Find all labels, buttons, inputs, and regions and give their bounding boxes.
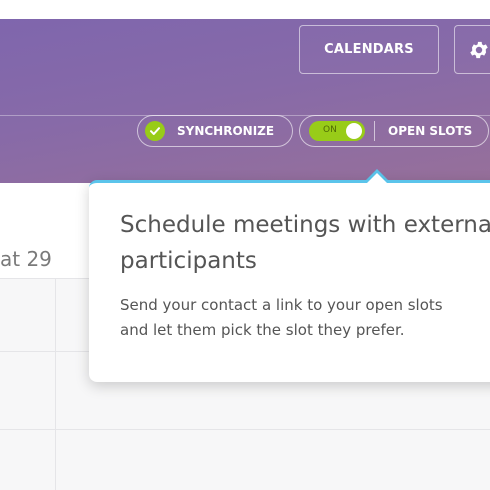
calendars-button[interactable]: CALENDARS [299,25,439,74]
open-slots-toggle[interactable]: ON [309,121,365,141]
top-strip [0,0,490,19]
settings-button[interactable] [454,25,490,74]
popover-body-line: Send your contact a link to your open sl… [120,296,443,314]
gear-icon [468,39,490,61]
synchronize-button[interactable]: SYNCHRONIZE [137,115,293,147]
grid-column-line [55,278,56,490]
open-slots-popover: Schedule meetings with externa participa… [89,180,490,382]
popover-arrow-inner [367,173,387,183]
date-label: at 29 [0,247,52,271]
popover-title-line: participants [120,248,257,274]
popover-title-line: Schedule meetings with externa [120,212,490,238]
open-slots-control: ON OPEN SLOTS [299,115,489,147]
check-icon [145,121,165,141]
open-slots-button[interactable]: OPEN SLOTS [388,124,472,138]
synchronize-label: SYNCHRONIZE [177,124,275,138]
grid-line [0,429,490,430]
app-page: CALENDARS SYNCHRONIZE ON OPEN SLOTS at 2… [0,0,490,490]
toggle-state-label: ON [323,125,337,135]
calendars-button-label: CALENDARS [324,42,414,57]
toggle-knob [346,123,362,139]
popover-title: Schedule meetings with externa participa… [120,207,490,279]
popover-body-line: and let them pick the slot they prefer. [120,321,405,339]
pill-separator [374,121,375,141]
popover-body: Send your contact a link to your open sl… [120,293,490,343]
